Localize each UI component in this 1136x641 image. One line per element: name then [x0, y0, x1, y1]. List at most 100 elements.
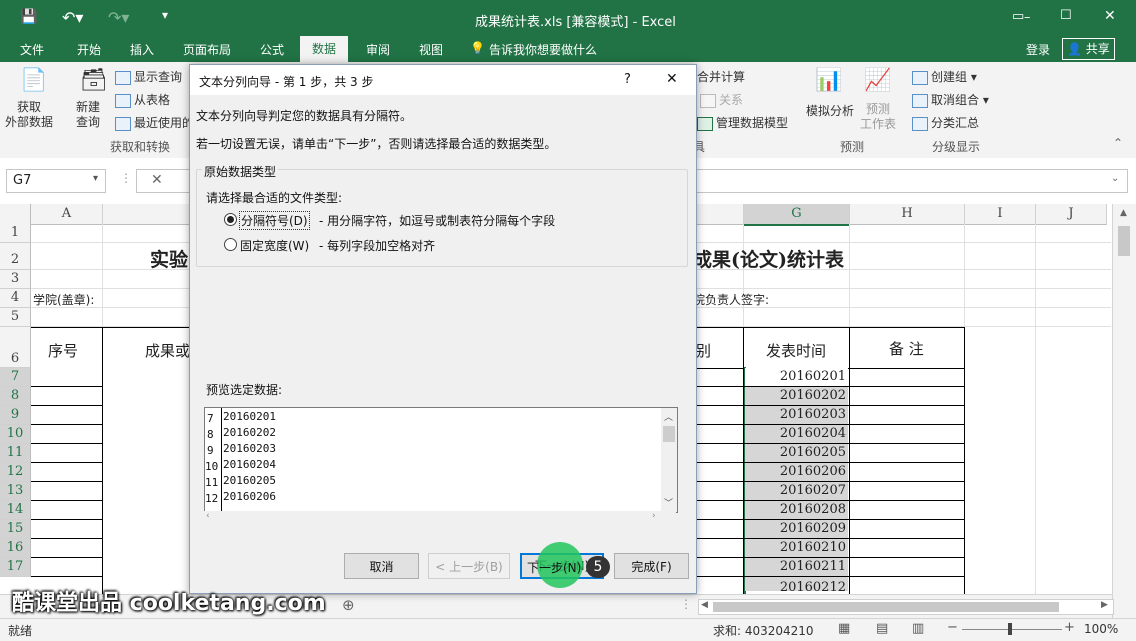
- minimize-icon[interactable]: –: [1024, 10, 1031, 25]
- cell-g8[interactable]: 20160202: [745, 387, 848, 405]
- scroll-up-icon[interactable]: ▲: [1120, 208, 1127, 218]
- fixed-width-radio[interactable]: [224, 238, 237, 251]
- close-window-icon[interactable]: ✕: [1104, 8, 1116, 24]
- tab-data[interactable]: 数据: [300, 36, 349, 62]
- row-header[interactable]: 13: [0, 482, 31, 501]
- preview-box[interactable]: 7 20160201 8 20160202 9 20160203 10 2016…: [204, 407, 678, 513]
- horizontal-scrollbar[interactable]: ◀ ▶: [698, 599, 1114, 615]
- relations-button[interactable]: 关系: [700, 91, 743, 108]
- preview-hscrollbar[interactable]: ‹ ›: [204, 511, 676, 525]
- preview-vscrollbar[interactable]: ︿ ﹀: [661, 408, 677, 512]
- new-query-button[interactable]: 新建 查询: [76, 100, 100, 130]
- row-header[interactable]: 2: [0, 243, 31, 270]
- expand-formula-icon[interactable]: ⌄: [1111, 173, 1119, 184]
- tab-insert[interactable]: 插入: [130, 41, 154, 58]
- vertical-scrollbar[interactable]: ▲: [1112, 204, 1136, 618]
- row-header[interactable]: 10: [0, 425, 31, 444]
- from-table-button[interactable]: 从表格: [115, 91, 170, 108]
- page-layout-view-icon[interactable]: ▤: [876, 621, 888, 636]
- login-link[interactable]: 登录: [1026, 41, 1050, 58]
- row-header[interactable]: 15: [0, 520, 31, 539]
- page-break-view-icon[interactable]: ▥: [912, 621, 924, 636]
- collapse-ribbon-icon[interactable]: ⌃: [1113, 136, 1123, 150]
- row-header[interactable]: 11: [0, 444, 31, 463]
- cell-g13[interactable]: 20160207: [745, 482, 848, 500]
- share-button[interactable]: 👤 共享: [1062, 38, 1115, 60]
- finish-button[interactable]: 完成(F): [614, 553, 689, 579]
- tell-me-box[interactable]: 告诉我你想要做什么: [489, 41, 597, 58]
- scroll-right-icon[interactable]: ▶: [1101, 600, 1108, 610]
- column-header-a[interactable]: A: [31, 204, 103, 225]
- column-header-g[interactable]: G: [744, 204, 850, 226]
- tab-file[interactable]: 文件: [20, 41, 44, 58]
- h-scroll-thumb[interactable]: [713, 602, 1059, 612]
- forecast-sheet-button[interactable]: 预测 工作表: [860, 102, 896, 132]
- preview-scroll-right-icon[interactable]: ›: [652, 511, 656, 521]
- row-header[interactable]: 3: [0, 270, 31, 289]
- column-header-i[interactable]: I: [965, 204, 1036, 225]
- merge-calc-button[interactable]: 合并计算: [697, 68, 745, 85]
- dialog-close-icon[interactable]: ✕: [666, 71, 678, 87]
- name-box[interactable]: G7 ▾: [6, 169, 106, 193]
- cell-g15[interactable]: 20160209: [745, 520, 848, 538]
- row-header[interactable]: 12: [0, 463, 31, 482]
- delimited-radio[interactable]: [224, 213, 237, 226]
- recent-sources-button[interactable]: 最近使用的: [115, 114, 194, 131]
- cancel-button[interactable]: 取消: [344, 553, 419, 579]
- row-header[interactable]: 8: [0, 387, 31, 406]
- maximize-icon[interactable]: ☐: [1060, 8, 1072, 23]
- row-header[interactable]: 14: [0, 501, 31, 520]
- row-header[interactable]: 16: [0, 539, 31, 558]
- manage-data-model-button[interactable]: 管理数据模型: [697, 114, 788, 131]
- subtotal-button[interactable]: 分类汇总: [912, 114, 979, 131]
- delimited-label[interactable]: 分隔符号(D): [239, 211, 310, 230]
- customize-qat-icon[interactable]: ▾: [162, 8, 168, 22]
- preview-scroll-thumb[interactable]: [663, 426, 675, 442]
- cancel-formula-icon[interactable]: ✕: [151, 172, 163, 188]
- redo-icon[interactable]: ↷▾: [108, 8, 129, 27]
- help-icon[interactable]: ?: [624, 72, 631, 87]
- back-button[interactable]: < 上一步(B): [428, 553, 510, 579]
- normal-view-icon[interactable]: ▦: [838, 621, 850, 636]
- column-header-j[interactable]: J: [1036, 204, 1107, 225]
- zoom-level[interactable]: 100%: [1084, 622, 1118, 636]
- zoom-out-icon[interactable]: −: [947, 620, 958, 635]
- preview-scroll-left-icon[interactable]: ‹: [206, 511, 210, 521]
- cell-g9[interactable]: 20160203: [745, 406, 848, 424]
- tab-splitter-icon[interactable]: ⋮: [680, 597, 692, 611]
- row-header[interactable]: 7: [0, 368, 31, 387]
- ribbon-display-icon[interactable]: ▭: [1012, 9, 1024, 24]
- cell-g16[interactable]: 20160210: [745, 539, 848, 557]
- row-header[interactable]: 6: [0, 327, 31, 368]
- get-external-data-button[interactable]: 获取 外部数据: [5, 100, 53, 130]
- column-header-h[interactable]: H: [850, 204, 965, 225]
- select-all-corner[interactable]: [0, 204, 31, 225]
- name-box-dropdown-icon[interactable]: ▾: [93, 173, 98, 184]
- preview-scroll-down-icon[interactable]: ﹀: [664, 496, 673, 509]
- tab-formulas[interactable]: 公式: [260, 41, 284, 58]
- add-sheet-icon[interactable]: ⊕: [342, 596, 355, 614]
- column-header-b[interactable]: [103, 204, 190, 225]
- cell-g18[interactable]: 20160212: [745, 577, 848, 591]
- cell-g10[interactable]: 20160204: [745, 425, 848, 443]
- ungroup-button[interactable]: 取消组合 ▾: [912, 91, 989, 108]
- what-if-button[interactable]: 模拟分析: [806, 102, 854, 119]
- tab-view[interactable]: 视图: [419, 41, 443, 58]
- row-header[interactable]: 17: [0, 558, 31, 577]
- scroll-thumb[interactable]: [1118, 226, 1130, 256]
- zoom-in-icon[interactable]: +: [1064, 620, 1075, 635]
- show-query-button[interactable]: 显示查询: [115, 68, 182, 85]
- tab-page-layout[interactable]: 页面布局: [183, 41, 231, 58]
- preview-scroll-up-icon[interactable]: ︿: [664, 410, 673, 423]
- undo-icon[interactable]: ↶▾: [62, 8, 83, 27]
- cell-g12[interactable]: 20160206: [745, 463, 848, 481]
- group-button[interactable]: 创建组 ▾: [912, 68, 977, 85]
- zoom-slider[interactable]: [962, 629, 1062, 630]
- save-icon[interactable]: 💾: [20, 9, 37, 25]
- row-header[interactable]: 5: [0, 308, 31, 327]
- cell-g17[interactable]: 20160211: [745, 558, 848, 576]
- row-header[interactable]: 9: [0, 406, 31, 425]
- row-header[interactable]: 4: [0, 289, 31, 308]
- tab-review[interactable]: 审阅: [366, 41, 390, 58]
- cell-g11[interactable]: 20160205: [745, 444, 848, 462]
